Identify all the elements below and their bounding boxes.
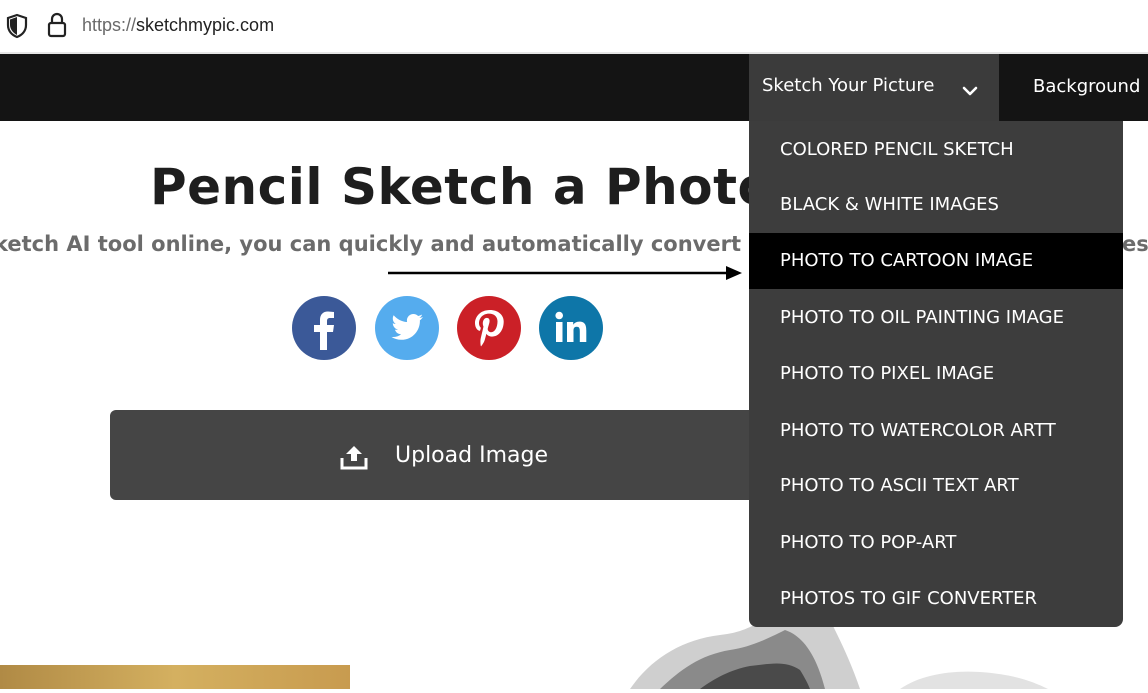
twitter-icon	[375, 296, 439, 360]
sketch-dropdown-menu: COLORED PENCIL SKETCH BLACK & WHITE IMAG…	[749, 121, 1123, 627]
menu-item-photo-to-pop-art[interactable]: PHOTO TO POP-ART	[749, 515, 1123, 571]
twitter-share-button[interactable]	[375, 296, 439, 360]
nav-sketch-your-picture[interactable]: Sketch Your Picture	[749, 54, 999, 121]
menu-item-photo-to-pixel-image[interactable]: PHOTO TO PIXEL IMAGE	[749, 346, 1123, 402]
nav-background-label: Background	[1033, 76, 1141, 97]
menu-item-photo-to-cartoon-image[interactable]: PHOTO TO CARTOON IMAGE	[749, 233, 1123, 289]
nav-sketch-label: Sketch Your Picture	[762, 75, 935, 96]
arrow-right-annotation	[388, 263, 744, 287]
facebook-icon	[292, 296, 356, 360]
upload-image-button[interactable]: Upload Image	[110, 410, 760, 500]
pinterest-share-button[interactable]	[457, 296, 521, 360]
nav-background[interactable]: Background	[1000, 54, 1148, 121]
url-host: sketchmypic.com	[136, 15, 275, 35]
browser-url-bar[interactable]: https://sketchmypic.com	[0, 0, 1148, 54]
menu-item-photo-to-oil-painting-image[interactable]: PHOTO TO OIL PAINTING IMAGE	[749, 290, 1123, 346]
url-protocol: https://	[82, 15, 137, 35]
site-header: Sketch Your Picture Background	[0, 54, 1148, 121]
pinterest-icon	[457, 296, 521, 360]
linkedin-icon	[539, 296, 603, 360]
sample-photo-image	[0, 665, 350, 689]
shield-icon[interactable]	[6, 13, 28, 43]
upload-icon	[340, 444, 368, 474]
menu-item-photos-to-gif-converter[interactable]: PHOTOS TO GIF CONVERTER	[749, 571, 1123, 627]
lock-icon[interactable]	[46, 11, 68, 43]
menu-item-photo-to-watercolor-art[interactable]: PHOTO TO WATERCOLOR ARTT	[749, 403, 1123, 459]
facebook-share-button[interactable]	[292, 296, 356, 360]
page-title: Pencil Sketch a Photo	[150, 158, 773, 216]
page-subtitle: ketch AI tool online, you can quickly an…	[0, 232, 741, 256]
upload-image-label: Upload Image	[395, 443, 548, 468]
url-text[interactable]: https://sketchmypic.com	[82, 15, 274, 36]
menu-item-colored-pencil-sketch[interactable]: COLORED PENCIL SKETCH	[749, 122, 1123, 178]
page-subtitle-end: es.	[1122, 232, 1148, 256]
menu-item-photo-to-ascii-text-art[interactable]: PHOTO TO ASCII TEXT ART	[749, 458, 1123, 514]
chevron-down-icon	[962, 82, 978, 101]
menu-item-black-white-images[interactable]: BLACK & WHITE IMAGES	[749, 177, 1123, 233]
linkedin-share-button[interactable]	[539, 296, 603, 360]
